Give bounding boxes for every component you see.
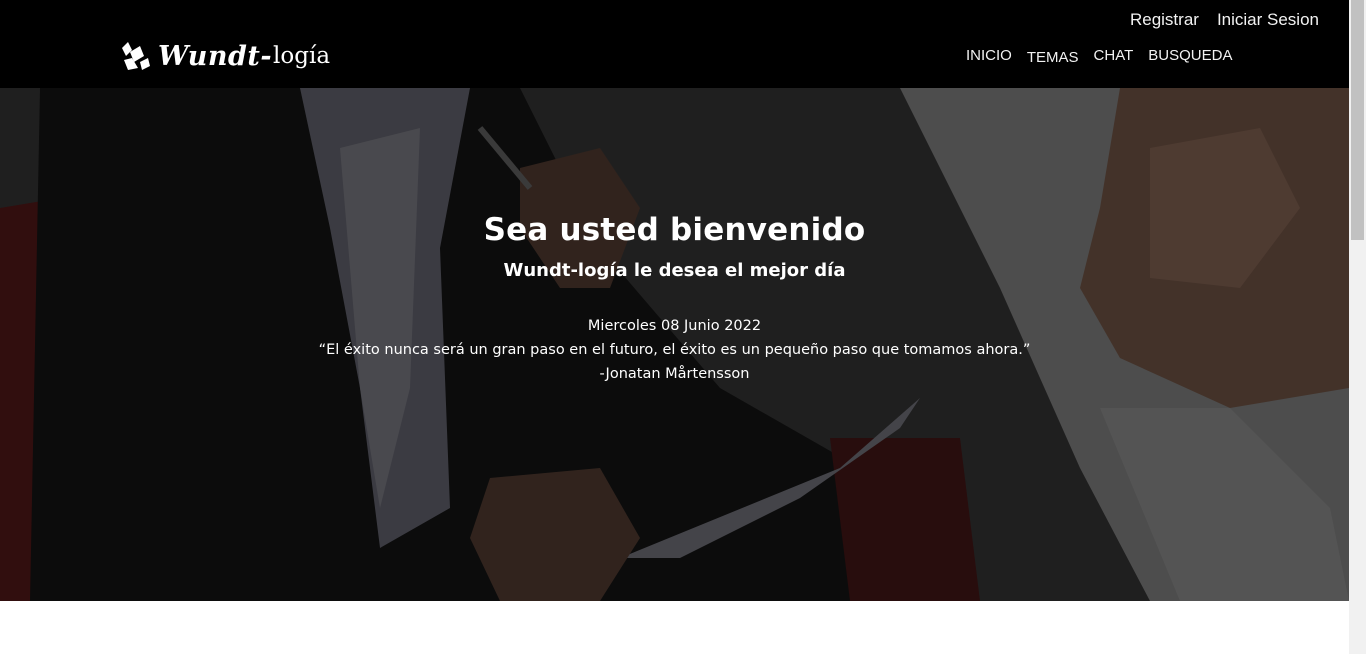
logo-text-light: logía bbox=[273, 43, 331, 69]
logo-icon bbox=[122, 42, 150, 70]
logo-text-bold: Wundt- bbox=[158, 40, 273, 72]
auth-links: Registrar Iniciar Sesion bbox=[1130, 10, 1319, 30]
site-header: Wundt- logía Registrar Iniciar Sesion IN… bbox=[0, 0, 1349, 88]
hero-banner: Sea usted bienvenido Wundt-logía le dese… bbox=[0, 88, 1349, 601]
login-link[interactable]: Iniciar Sesion bbox=[1217, 10, 1319, 30]
scrollbar-thumb[interactable] bbox=[1351, 0, 1364, 240]
hero-subtitle: Wundt-logía le desea el mejor día bbox=[503, 260, 846, 281]
hero-content: Sea usted bienvenido Wundt-logía le dese… bbox=[0, 88, 1349, 601]
nav-item-temas[interactable]: TEMAS bbox=[1027, 49, 1079, 66]
main-nav: INICIO TEMAS CHAT BUSQUEDA bbox=[966, 47, 1232, 66]
nav-item-busqueda[interactable]: BUSQUEDA bbox=[1148, 47, 1232, 64]
site-logo[interactable]: Wundt- logía bbox=[118, 36, 330, 76]
nav-item-inicio[interactable]: INICIO bbox=[966, 47, 1012, 64]
quote-author: -Jonatan Mårtensson bbox=[599, 366, 750, 382]
hero-title: Sea usted bienvenido bbox=[483, 212, 866, 248]
current-date: Miercoles 08 Junio 2022 bbox=[587, 318, 762, 334]
nav-item-chat[interactable]: CHAT bbox=[1094, 47, 1134, 64]
daily-quote: “El éxito nunca será un gran paso en el … bbox=[318, 342, 1031, 358]
register-link[interactable]: Registrar bbox=[1130, 10, 1199, 30]
page-scrollbar[interactable] bbox=[1349, 0, 1366, 654]
